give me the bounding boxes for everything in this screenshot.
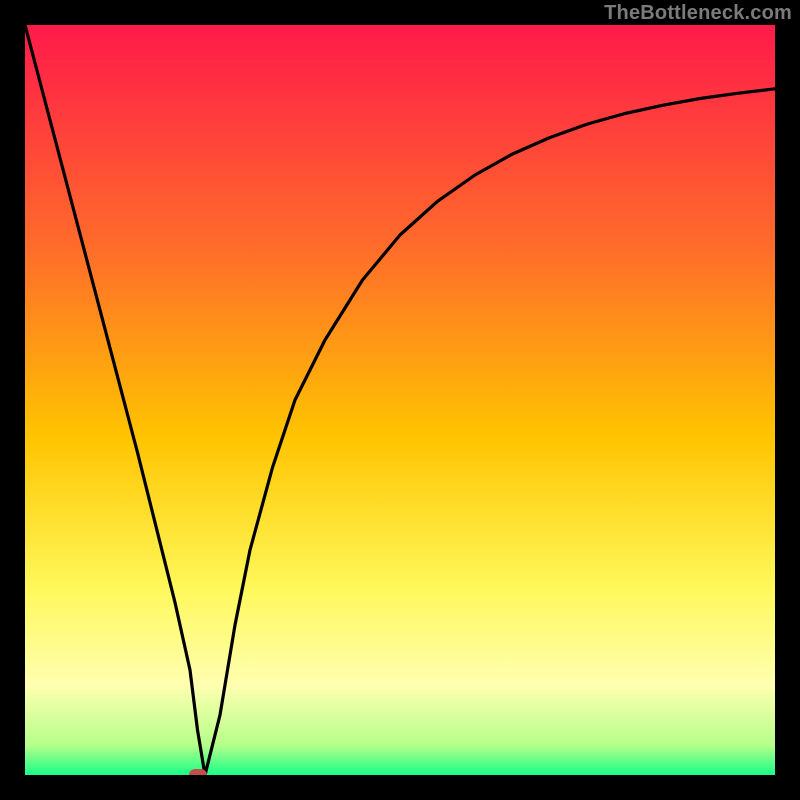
watermark-text: TheBottleneck.com xyxy=(604,2,792,25)
gradient-background xyxy=(25,25,775,775)
chart-frame: TheBottleneck.com xyxy=(0,0,800,800)
optimum-marker xyxy=(189,769,207,775)
plot-svg xyxy=(25,25,775,775)
plot-area xyxy=(25,25,775,775)
